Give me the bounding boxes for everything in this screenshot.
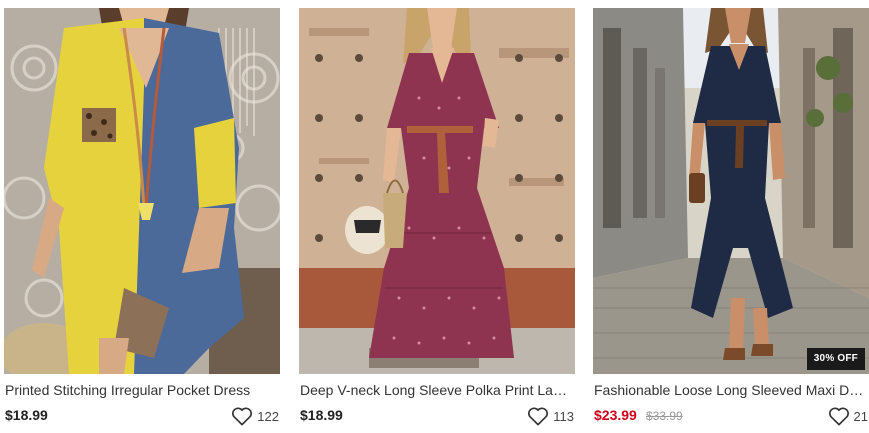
product-card[interactable]: Printed Stitching Irregular Pocket Dress… (4, 0, 280, 433)
price-row: $18.99 122 (5, 405, 279, 427)
favorite-button[interactable]: 122 (231, 405, 279, 427)
product-image[interactable] (4, 8, 280, 374)
product-image[interactable]: 30% OFF (593, 8, 869, 374)
product-card[interactable]: Deep V-neck Long Sleeve Polka Print Laye… (299, 0, 575, 433)
product-price: $18.99 (5, 407, 48, 423)
product-title[interactable]: Deep V-neck Long Sleeve Polka Print Laye… (300, 382, 573, 399)
favorite-button[interactable]: 113 (527, 405, 574, 427)
heart-outline-icon[interactable] (527, 406, 549, 426)
heart-outline-icon[interactable] (828, 406, 850, 426)
favorite-count: 113 (553, 408, 574, 424)
heart-outline-icon[interactable] (231, 406, 253, 426)
product-price: $18.99 (300, 407, 343, 423)
price-row: $18.99 113 (300, 405, 574, 427)
favorite-button[interactable]: 21 (828, 405, 868, 427)
discount-badge: 30% OFF (806, 348, 865, 370)
original-price: $33.99 (646, 409, 683, 423)
favorite-count: 122 (257, 408, 279, 424)
price-row: $23.99 $33.99 21 (594, 405, 868, 427)
product-title[interactable]: Printed Stitching Irregular Pocket Dress (5, 382, 278, 399)
favorite-count: 21 (853, 408, 868, 424)
product-image[interactable] (299, 8, 575, 374)
product-title[interactable]: Fashionable Loose Long Sleeved Maxi Dres… (594, 382, 867, 399)
product-grid: Printed Stitching Irregular Pocket Dress… (0, 0, 869, 433)
product-card[interactable]: 30% OFF Fashionable Loose Long Sleeved M… (593, 0, 869, 433)
sale-price: $23.99 (594, 407, 637, 423)
